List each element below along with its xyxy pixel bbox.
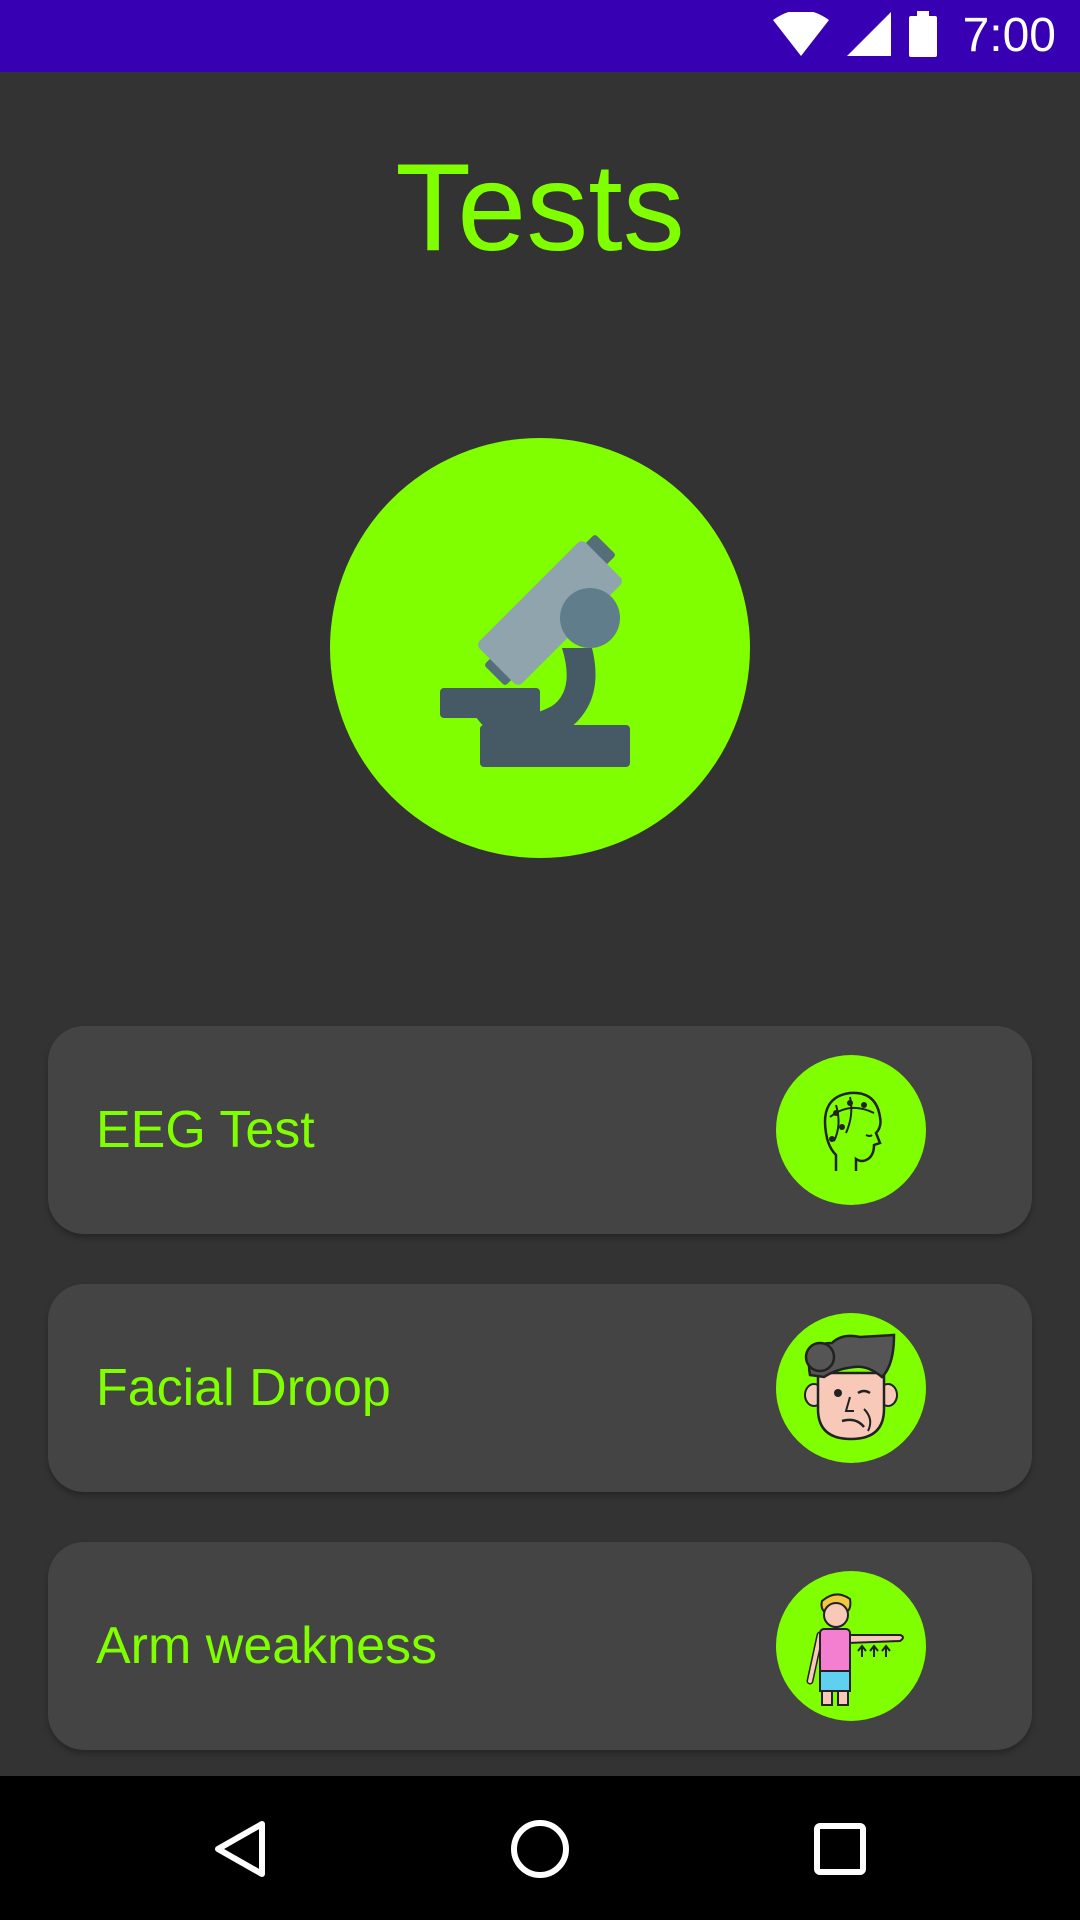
system-nav-bar [0, 1776, 1080, 1920]
test-card-facial-droop[interactable]: Facial Droop [48, 1284, 1032, 1492]
recents-button[interactable] [790, 1798, 890, 1898]
status-icons: 7:00 [772, 0, 1056, 72]
test-card-arm-weakness[interactable]: Arm weakness [48, 1542, 1032, 1750]
microscope-icon [440, 535, 630, 767]
home-button[interactable] [490, 1798, 590, 1898]
test-label-arm-weakness: Arm weakness [96, 1617, 437, 1675]
test-label-facial-droop: Facial Droop [96, 1359, 391, 1417]
wifi-icon [772, 9, 829, 61]
test-label-eeg: EEG Test [96, 1101, 315, 1159]
eeg-head-icon [776, 1055, 926, 1205]
test-card-eeg[interactable]: EEG Test [48, 1026, 1032, 1234]
status-time: 7:00 [962, 9, 1056, 62]
home-icon [511, 1820, 569, 1878]
back-button[interactable] [190, 1798, 290, 1898]
page-title: Tests [395, 139, 685, 277]
status-bar: 7:00 [0, 0, 1080, 72]
hero-microscope-badge [330, 438, 750, 858]
battery-icon [908, 10, 937, 62]
cell-signal-icon [846, 11, 891, 61]
facial-droop-face-icon [776, 1313, 926, 1463]
recents-icon [814, 1823, 866, 1875]
arm-weakness-person-icon [776, 1571, 926, 1721]
back-icon [215, 1821, 265, 1877]
